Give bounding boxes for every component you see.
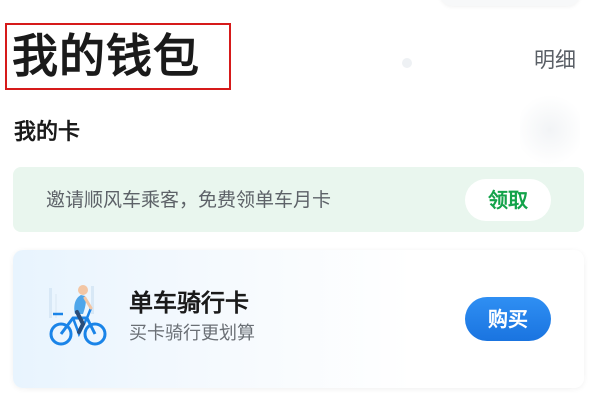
detail-link[interactable]: 明细 [534,46,576,74]
bike-rider-icon [47,280,111,352]
decorative-blob [520,90,580,170]
bike-riding-card[interactable]: 单车骑行卡 买卡骑行更划算 购买 [13,250,584,388]
title-highlight-box [5,23,231,90]
card-subtitle: 买卡骑行更划算 [129,323,255,344]
invite-banner[interactable]: 邀请顺风车乘客，免费领单车月卡 领取 [13,167,584,232]
my-cards-heading: 我的卡 [14,120,81,145]
invite-banner-text: 邀请顺风车乘客，免费领单车月卡 [46,189,332,211]
claim-button[interactable]: 领取 [465,179,551,221]
buy-button[interactable]: 购买 [465,297,551,341]
top-pill [440,0,580,6]
wallet-page: 我的钱包 明细 我的卡 邀请顺风车乘客，免费领单车月卡 领取 单车骑行卡 买卡骑… [0,0,600,400]
card-title: 单车骑行卡 [129,289,249,317]
decorative-dot [402,58,412,68]
